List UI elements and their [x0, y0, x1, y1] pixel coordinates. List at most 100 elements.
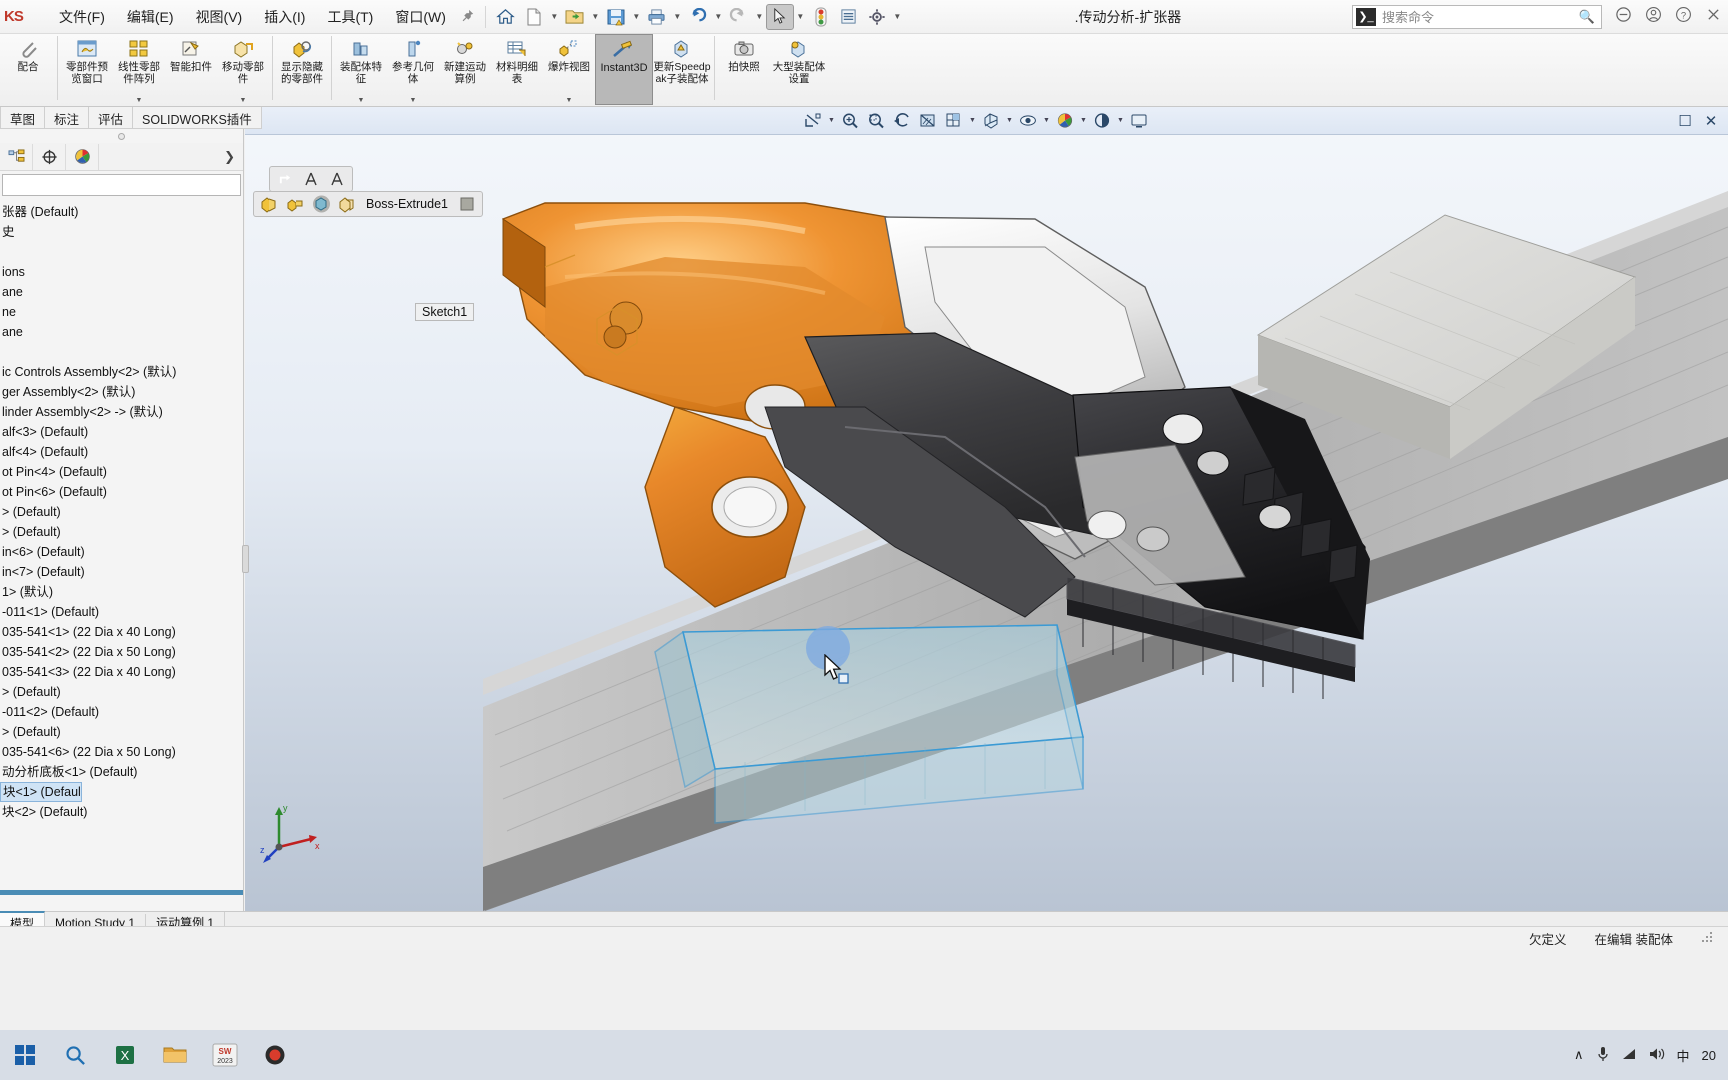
home-button[interactable] — [492, 4, 520, 30]
new-document-dropdown-icon[interactable]: ▼ — [548, 12, 561, 21]
instant3d-button[interactable]: Instant3D — [595, 34, 653, 105]
settings-gear-button[interactable] — [863, 4, 891, 30]
options-list-button[interactable] — [835, 4, 863, 30]
file-explorer-taskbar-icon[interactable] — [150, 1030, 200, 1080]
hide-show-items-icon[interactable] — [1015, 109, 1041, 133]
undo-button[interactable] — [684, 4, 712, 30]
tree-item-selected[interactable]: 块<1> (Default) — [0, 782, 82, 802]
account-icon[interactable] — [1638, 6, 1668, 28]
chevron-down-icon[interactable]: ▼ — [826, 117, 837, 124]
tree-item[interactable]: 动分析底板<1> (Default) — [0, 762, 243, 782]
full-screen-icon[interactable] — [1126, 109, 1152, 133]
tree-item[interactable]: alf<3> (Default) — [0, 422, 243, 442]
smart-fastener-button[interactable]: 智能扣件 — [165, 34, 217, 105]
tree-item[interactable]: ot Pin<4> (Default) — [0, 462, 243, 482]
restore-window-icon[interactable]: ☐ — [1672, 109, 1698, 133]
rotate-arrow-icon[interactable] — [272, 168, 298, 191]
tray-mic-icon[interactable] — [1590, 1046, 1616, 1065]
close-icon[interactable] — [1698, 7, 1728, 27]
redo-button[interactable] — [725, 4, 753, 30]
print-dropdown-icon[interactable]: ▼ — [671, 12, 684, 21]
search-command-box[interactable]: ❯_ 搜索命令 🔍 — [1352, 4, 1602, 29]
tree-item[interactable] — [0, 242, 243, 262]
measure-icon-1[interactable] — [298, 168, 324, 191]
panel-splitter-handle[interactable] — [242, 545, 249, 573]
tree-item[interactable]: ne — [0, 302, 243, 322]
tree-item[interactable]: alf<4> (Default) — [0, 442, 243, 462]
sketch1-label[interactable]: Sketch1 — [415, 303, 475, 321]
menu-tools[interactable]: 工具(T) — [316, 3, 384, 31]
chevron-right-icon[interactable]: ❯ — [224, 149, 235, 165]
tree-item[interactable]: -011<1> (Default) — [0, 602, 243, 622]
select-button[interactable] — [765, 3, 794, 30]
menu-insert[interactable]: 插入(I) — [253, 3, 316, 31]
undo-dropdown-icon[interactable]: ▼ — [712, 12, 725, 21]
tree-item[interactable]: 张器 (Default) — [0, 202, 243, 222]
close-view-icon[interactable]: ✕ — [1698, 109, 1724, 133]
tree-item[interactable]: ger Assembly<2> (默认) — [0, 382, 243, 402]
zoom-in-out-icon[interactable] — [863, 109, 889, 133]
tree-item[interactable]: ane — [0, 322, 243, 342]
rotate-view-icon[interactable] — [889, 109, 915, 133]
menu-view[interactable]: 视图(V) — [185, 3, 254, 31]
settings-dropdown-icon[interactable]: ▼ — [891, 12, 904, 21]
bill-of-materials-button[interactable]: 材料明细表 — [491, 34, 543, 105]
open-document-dropdown-icon[interactable]: ▼ — [589, 12, 602, 21]
move-component-button[interactable]: 移动零部件 ▼ — [217, 34, 269, 105]
tab-sketch[interactable]: 草图 — [0, 107, 45, 129]
chevron-down-icon[interactable]: ▼ — [1115, 117, 1126, 124]
take-snapshot-button[interactable]: 拍快照 — [718, 34, 770, 105]
tab-solidworks-addins[interactable]: SOLIDWORKS插件 — [132, 107, 262, 129]
save-button[interactable] — [602, 4, 630, 30]
tree-item[interactable]: ot Pin<6> (Default) — [0, 482, 243, 502]
chevron-down-icon[interactable]: ▼ — [566, 97, 573, 104]
tray-volume-icon[interactable] — [1643, 1047, 1671, 1064]
open-document-button[interactable] — [561, 4, 589, 30]
chevron-down-icon[interactable]: ▼ — [358, 97, 365, 104]
panel-collapse-handle[interactable] — [0, 129, 243, 143]
new-motion-study-button[interactable]: 新建运动算例 — [439, 34, 491, 105]
large-assembly-settings-button[interactable]: 大型装配体设置 — [770, 34, 828, 105]
assembly-features-button[interactable]: 装配体特征 ▼ — [335, 34, 387, 105]
menu-file[interactable]: 文件(F) — [48, 3, 116, 31]
reference-geometry-button[interactable]: 参考几何体 ▼ — [387, 34, 439, 105]
tab-evaluate[interactable]: 评估 — [88, 107, 133, 129]
tree-item[interactable]: 1> (默认) — [0, 582, 243, 602]
tree-item[interactable]: ions — [0, 262, 243, 282]
menu-window[interactable]: 窗口(W) — [384, 3, 457, 31]
update-speedpak-button[interactable]: 更新Speedpak子装配体 — [653, 34, 711, 105]
tree-item[interactable]: ane — [0, 282, 243, 302]
save-dropdown-icon[interactable]: ▼ — [630, 12, 643, 21]
property-manager-icon[interactable] — [33, 143, 66, 170]
chevron-down-icon[interactable]: ▼ — [1041, 117, 1052, 124]
tree-item[interactable]: linder Assembly<2> -> (默认) — [0, 402, 243, 422]
tree-item[interactable]: 块<2> (Default) — [0, 802, 243, 822]
appearance-icon[interactable] — [454, 193, 480, 216]
measure-icon-2[interactable] — [324, 168, 350, 191]
select-dropdown-icon[interactable]: ▼ — [794, 12, 807, 21]
zoom-to-fit-icon[interactable] — [800, 109, 826, 133]
isolate-icon[interactable] — [308, 193, 334, 216]
chevron-down-icon[interactable]: ▼ — [410, 97, 417, 104]
minimize-icon[interactable] — [1608, 6, 1638, 28]
chevron-down-icon[interactable]: ▼ — [967, 117, 978, 124]
edit-feature-icon[interactable] — [282, 193, 308, 216]
context-toolbar-main[interactable]: Boss-Extrude1 — [253, 191, 483, 217]
edit-part-icon[interactable] — [256, 193, 282, 216]
body-icon[interactable] — [334, 193, 360, 216]
display-manager-icon[interactable] — [66, 143, 99, 170]
tray-ime-icon[interactable]: 中 — [1671, 1046, 1696, 1065]
tree-item[interactable]: > (Default) — [0, 682, 243, 702]
new-document-button[interactable] — [520, 4, 548, 30]
tree-item[interactable]: in<7> (Default) — [0, 562, 243, 582]
graphics-viewport[interactable]: Boss-Extrude1 Sketch1 y x z — [245, 107, 1728, 911]
linear-component-pattern-button[interactable]: 线性零部件阵列 ▼ — [113, 34, 165, 105]
show-hidden-components-button[interactable]: 显示隐藏的零部件 — [276, 34, 328, 105]
menu-edit[interactable]: 编辑(E) — [116, 3, 185, 31]
tree-item[interactable]: 035-541<3> (22 Dia x 40 Long) — [0, 662, 243, 682]
solidworks-taskbar-icon[interactable]: SW 2023 — [200, 1030, 250, 1080]
search-input[interactable]: 搜索命令 — [1376, 7, 1434, 26]
excel-taskbar-icon[interactable]: X — [100, 1030, 150, 1080]
redo-dropdown-icon[interactable]: ▼ — [753, 12, 766, 21]
mate-button[interactable]: 配合 — [2, 34, 54, 105]
